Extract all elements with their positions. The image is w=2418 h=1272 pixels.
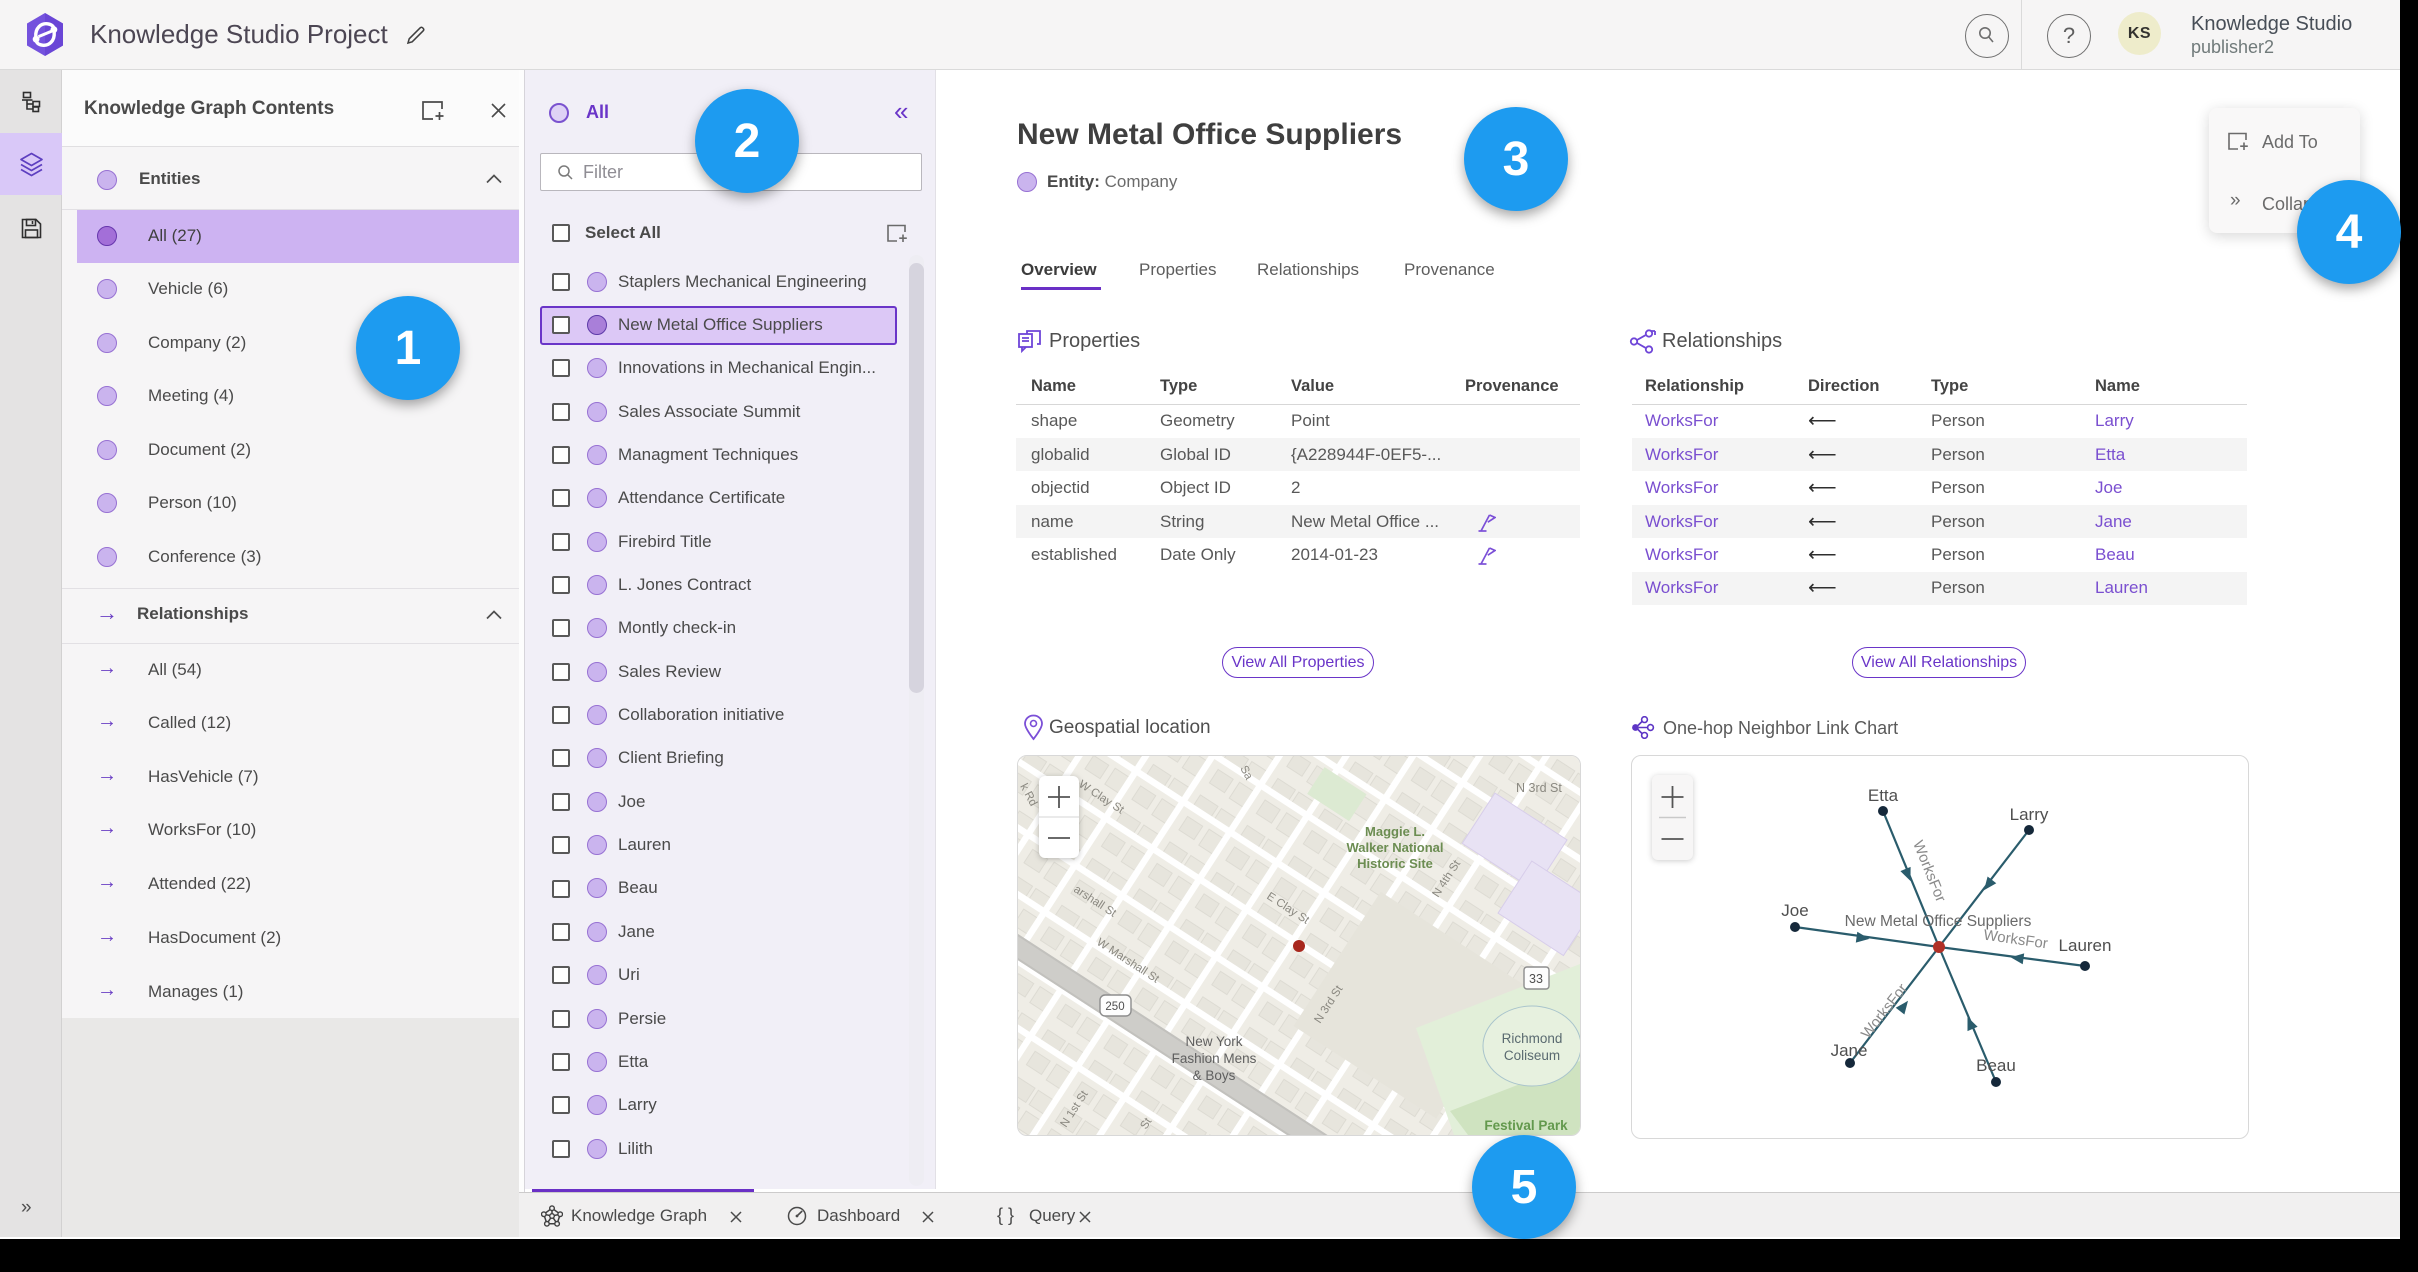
svg-text:Larry: Larry bbox=[2010, 805, 2049, 824]
svg-text:Historic Site: Historic Site bbox=[1357, 856, 1433, 871]
svg-text:33: 33 bbox=[1529, 972, 1543, 986]
svg-text:Walker National: Walker National bbox=[1346, 840, 1443, 855]
svg-text:Etta: Etta bbox=[1868, 786, 1899, 805]
svg-text:Coliseum: Coliseum bbox=[1504, 1048, 1560, 1063]
svg-text:WorksFor: WorksFor bbox=[1909, 838, 1949, 904]
svg-text:Festival Park: Festival Park bbox=[1484, 1118, 1568, 1133]
svg-text:Fashion Mens: Fashion Mens bbox=[1172, 1051, 1257, 1066]
svg-text:Beau: Beau bbox=[1976, 1056, 2016, 1075]
svg-text:Jane: Jane bbox=[1831, 1041, 1868, 1060]
svg-text:& Boys: & Boys bbox=[1193, 1068, 1236, 1083]
svg-text:N 3rd St: N 3rd St bbox=[1516, 781, 1562, 795]
svg-text:Joe: Joe bbox=[1781, 901, 1808, 920]
svg-text:250: 250 bbox=[1105, 1001, 1124, 1013]
svg-text:Lauren: Lauren bbox=[2059, 936, 2112, 955]
svg-text:New York: New York bbox=[1185, 1034, 1242, 1049]
svg-text:Maggie L.: Maggie L. bbox=[1365, 824, 1425, 839]
svg-text:New Metal Office Suppliers: New Metal Office Suppliers bbox=[1845, 913, 2032, 930]
svg-text:Richmond: Richmond bbox=[1502, 1031, 1563, 1046]
svg-text:WorksFor: WorksFor bbox=[1982, 927, 2048, 953]
